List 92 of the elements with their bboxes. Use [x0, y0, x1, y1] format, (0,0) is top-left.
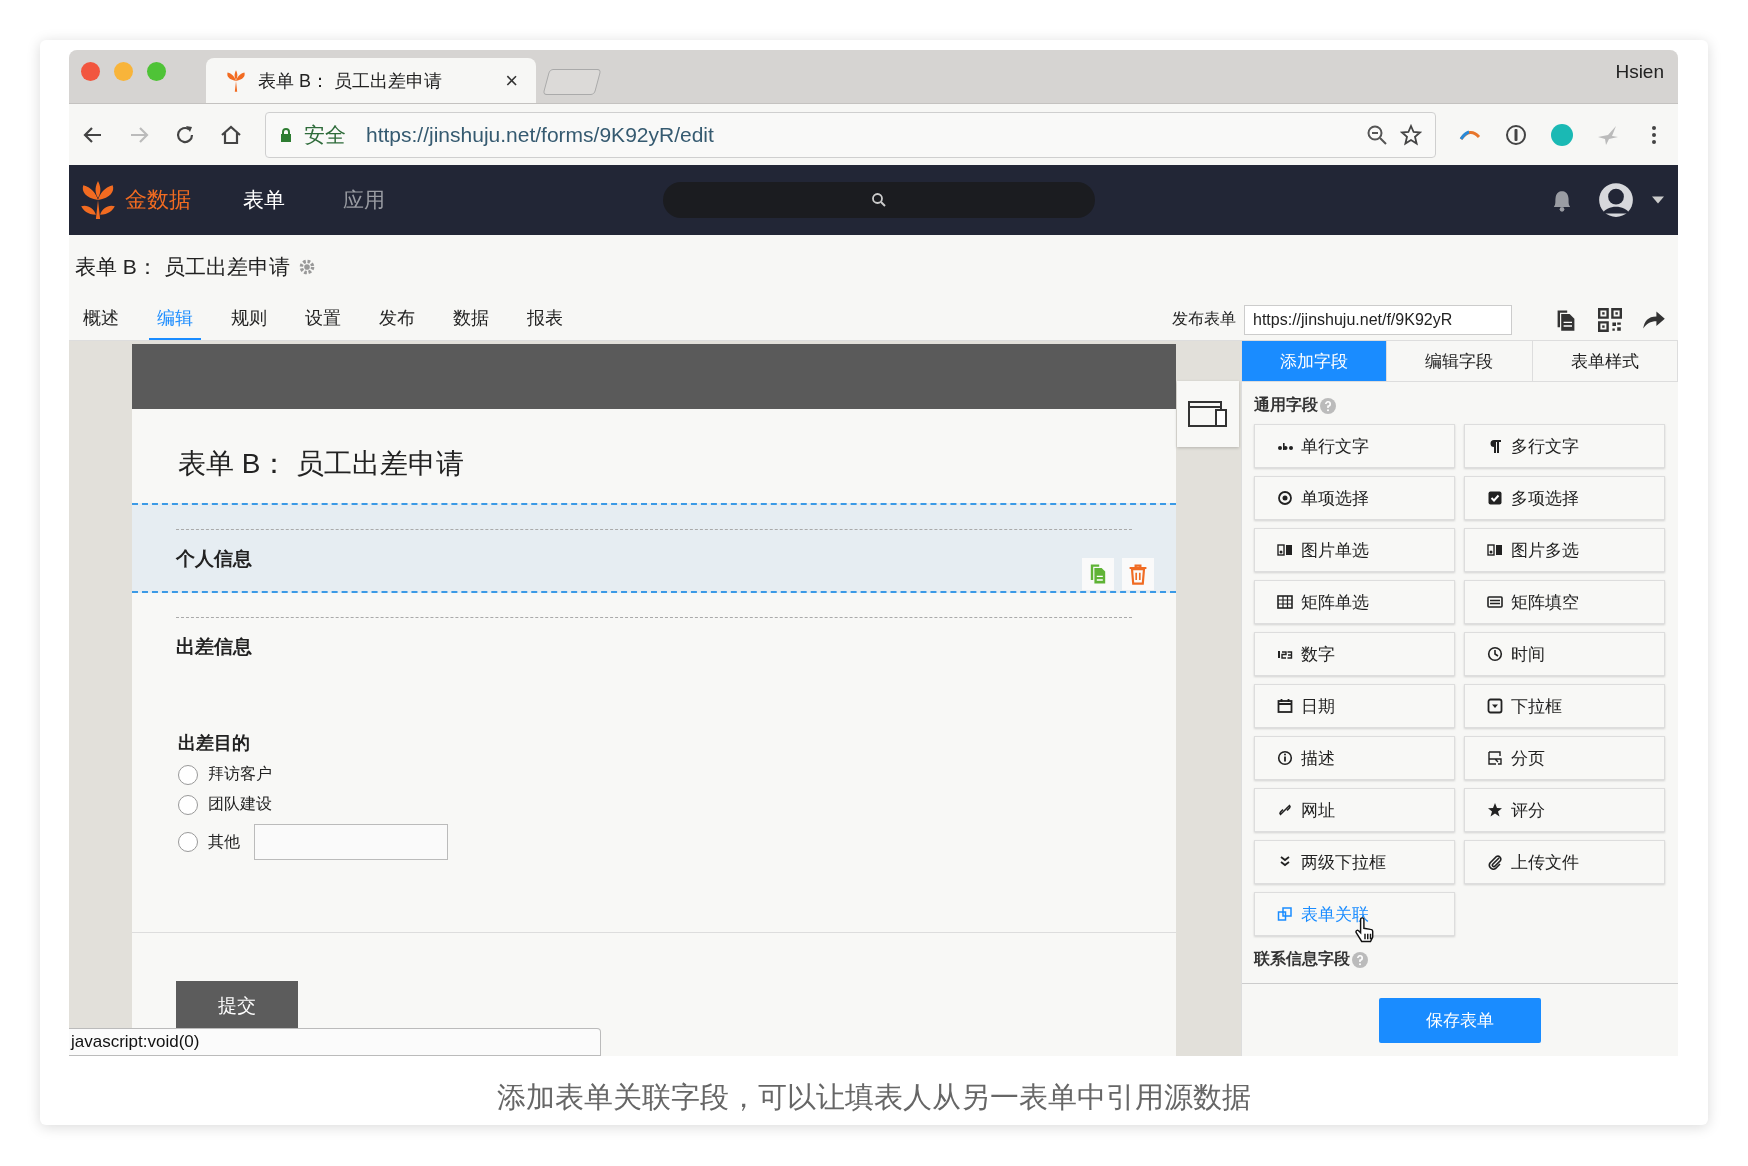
help-icon[interactable] — [1352, 951, 1368, 968]
duplicate-icon[interactable] — [1082, 558, 1114, 590]
field-type-button[interactable]: 分页 — [1464, 736, 1665, 780]
settings-icon[interactable] — [297, 258, 316, 276]
form-tab[interactable]: 规则 — [223, 299, 275, 340]
option-label: 团队建设 — [208, 794, 272, 814]
field-type-button[interactable]: 多项选择 — [1464, 476, 1665, 520]
help-icon[interactable] — [1320, 397, 1336, 414]
form-tab[interactable]: 发布 — [371, 299, 423, 340]
field-type-button[interactable]: 下拉框 — [1464, 684, 1665, 728]
group-title: 联系信息字段 — [1254, 949, 1350, 969]
lock-icon — [278, 126, 294, 143]
attach-icon — [1487, 854, 1503, 870]
radio-icon — [1277, 490, 1293, 506]
field-type-button[interactable]: 单项选择 — [1254, 476, 1455, 520]
section-title: 出差信息 — [176, 635, 252, 659]
radio-button[interactable] — [178, 794, 198, 815]
section-title: 个人信息 — [176, 547, 252, 571]
option-label: 拜访客户 — [208, 764, 272, 784]
address-bar[interactable]: 安全 https://jinshuju.net/forms/9K92yR/edit — [265, 111, 1436, 158]
field-type-button[interactable]: 图片单选 — [1254, 528, 1455, 572]
nav-link[interactable]: 应用 — [343, 186, 385, 214]
search-field[interactable] — [663, 182, 1095, 218]
checkbox-icon — [1487, 490, 1503, 506]
tab-title: 表单 B： 员工出差申请 — [258, 69, 443, 93]
secure-label: 安全 — [304, 121, 346, 148]
status-bar-url: javascript:void(0) — [69, 1028, 601, 1056]
url-text: https://jinshuju.net/forms/9K92yR/edit — [366, 122, 714, 147]
close-window-icon[interactable] — [81, 62, 100, 81]
image-icon — [1487, 542, 1503, 558]
section-block[interactable]: 出差信息 — [132, 593, 1176, 681]
question-label: 出差目的 — [178, 732, 251, 755]
section-block[interactable]: 个人信息 — [132, 503, 1176, 593]
star-icon — [1487, 802, 1503, 818]
publish-url-field[interactable]: https://jinshuju.net/f/9K92yR — [1244, 304, 1512, 335]
radio-button[interactable] — [178, 832, 198, 852]
browser-tab[interactable]: 表单 B： 员工出差申请 × — [206, 58, 536, 103]
avatar-icon[interactable] — [1598, 182, 1634, 218]
form-tab[interactable]: 概述 — [75, 299, 127, 340]
publish-label: 发布表单 — [1172, 309, 1236, 329]
page-icon — [1487, 750, 1503, 766]
caption: 添加表单关联字段，可以让填表人从另一表单中引用源数据 — [496, 1080, 1252, 1115]
circle-extension-icon[interactable] — [1550, 122, 1574, 147]
field-type-button[interactable]: 两级下拉框 — [1254, 840, 1455, 884]
option-label: 其他 — [208, 831, 240, 852]
form-heading: 表单 B： 员工出差申请 — [177, 447, 466, 481]
info-icon — [1277, 750, 1293, 766]
device-preview-button[interactable] — [1177, 381, 1239, 447]
submit-button[interactable]: 提交 — [176, 981, 298, 1031]
other-input-field[interactable] — [254, 824, 448, 860]
maximize-window-icon[interactable] — [147, 62, 166, 81]
form-title: 表单 B： 员工出差申请 — [75, 254, 290, 280]
field-type-button[interactable]: 矩阵单选 — [1254, 580, 1455, 624]
date-icon — [1277, 698, 1293, 714]
panel-tab[interactable]: 表单样式 — [1532, 341, 1678, 381]
field-type-button[interactable]: 数字 — [1254, 632, 1455, 676]
dropdown-icon — [1487, 698, 1503, 714]
group-title: 通用字段 — [1254, 395, 1318, 415]
field-type-button[interactable]: 评分 — [1464, 788, 1665, 832]
profile-name[interactable]: Hsien — [1615, 61, 1678, 103]
devices-icon — [1188, 400, 1228, 428]
form-tab[interactable]: 数据 — [445, 299, 497, 340]
panel-tab[interactable]: 编辑字段 — [1387, 341, 1533, 381]
link-icon — [1277, 802, 1293, 818]
relation-icon — [1277, 906, 1293, 922]
search-icon — [871, 192, 887, 208]
field-type-button[interactable]: 日期 — [1254, 684, 1455, 728]
time-icon — [1487, 646, 1503, 662]
grid-icon — [1277, 594, 1293, 610]
logo-text[interactable]: 金数据 — [125, 185, 191, 215]
star-icon[interactable] — [1399, 122, 1423, 147]
field-type-button[interactable]: 网址 — [1254, 788, 1455, 832]
field-type-button[interactable]: 时间 — [1464, 632, 1665, 676]
field-type-button[interactable]: 描述 — [1254, 736, 1455, 780]
caret-icon[interactable] — [1652, 196, 1664, 204]
delete-icon[interactable] — [1122, 558, 1154, 590]
qr-code-icon[interactable] — [1598, 307, 1622, 332]
field-type-button[interactable]: 上传文件 — [1464, 840, 1665, 884]
form-tab[interactable]: 设置 — [297, 299, 349, 340]
tree-logo-icon — [224, 68, 248, 93]
form-tab[interactable]: 报表 — [519, 299, 571, 340]
field-type-button[interactable]: 图片多选 — [1464, 528, 1665, 572]
password-extension-icon[interactable] — [1504, 122, 1528, 147]
tab-close-button[interactable]: × — [505, 67, 518, 94]
field-type-button[interactable]: 多行文字 — [1464, 424, 1665, 468]
field-type-button[interactable]: 单行文字 — [1254, 424, 1455, 468]
field-type-button[interactable]: 矩阵填空 — [1464, 580, 1665, 624]
nav-link[interactable]: 表单 — [243, 186, 285, 214]
radio-button[interactable] — [178, 764, 198, 785]
new-tab-button[interactable] — [542, 69, 602, 95]
paragraph-icon — [1487, 438, 1503, 454]
image-icon — [1277, 542, 1293, 558]
